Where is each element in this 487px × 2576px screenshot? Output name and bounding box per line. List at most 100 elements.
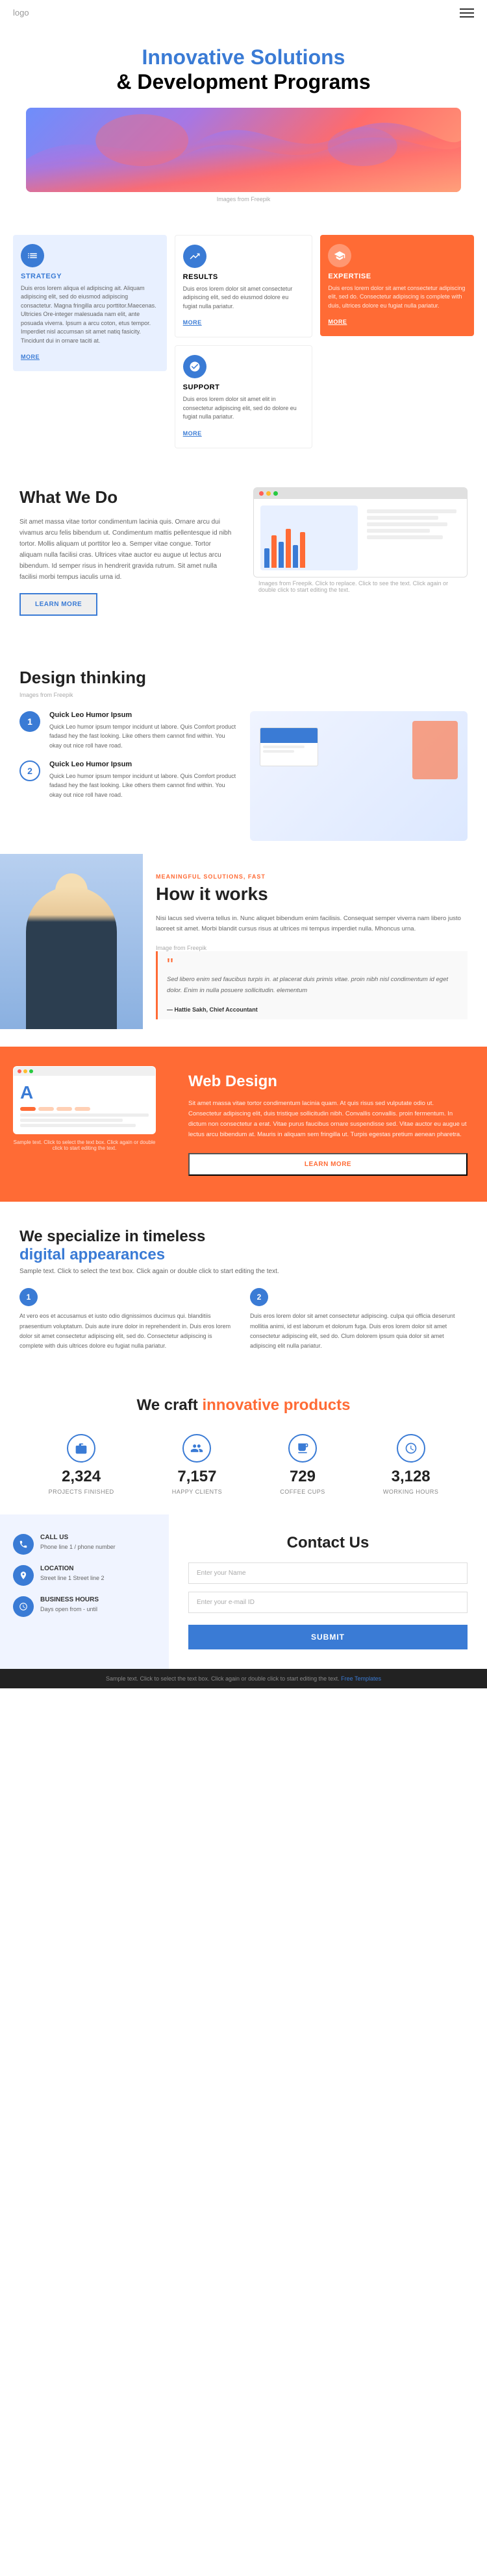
expertise-card: EXPERTISE Duis eros lorem dolor sit amet…: [320, 235, 474, 337]
design-item-2: 2 Quick Leo Humor Ipsum Quick Leo humor …: [19, 760, 237, 799]
design-item-text-1: Quick Leo Humor Ipsum Quick Leo humor ip…: [49, 711, 237, 750]
quote-mark: ": [167, 958, 458, 972]
results-title: RESULTS: [183, 273, 305, 281]
location-icon: [13, 1565, 34, 1586]
web-design-section: A Sample text. Click to select the text …: [0, 1047, 487, 1202]
expertise-text: Duis eros lorem dolor sit amet consectet…: [328, 284, 466, 311]
design-thinking-title: Design thinking: [19, 668, 468, 688]
support-more[interactable]: MORE: [183, 430, 202, 437]
expertise-more[interactable]: MORE: [328, 319, 347, 325]
contact-location-value: Street line 1 Street line 2: [40, 1574, 105, 1583]
how-credit: Image from Freepik: [156, 945, 468, 951]
spec-num-2: 2: [250, 1288, 268, 1306]
briefcase-icon: [67, 1434, 95, 1463]
results-text: Duis eros lorem dolor sit amet consectet…: [183, 285, 305, 311]
specialize-cols: 1 At vero eos et accusamus et iusto odio…: [19, 1288, 468, 1351]
stat-num-hours: 3,128: [383, 1468, 439, 1486]
design-thinking-credit: Images from Freepik: [19, 692, 468, 698]
strategy-more[interactable]: MORE: [21, 354, 40, 360]
design-num-1: 1: [19, 711, 40, 732]
contact-title: Contact Us: [188, 1534, 468, 1552]
person-silhouette: [26, 886, 117, 1029]
results-icon: [183, 245, 206, 268]
web-design-learn-more[interactable]: LEARN MORE: [188, 1153, 468, 1176]
testimonial-author: — Hattie Sakh, Chief Accountant: [167, 1006, 458, 1013]
contact-call-value: Phone line 1 / phone number: [40, 1543, 116, 1552]
support-icon: [183, 355, 206, 378]
stats: 2,324 PROJECTS FINISHED 7,157 HAPPY CLIE…: [19, 1434, 468, 1495]
stat-clients: 7,157 HAPPY CLIENTS: [172, 1434, 222, 1495]
contact-call-text: CALL US Phone line 1 / phone number: [40, 1534, 116, 1552]
footer-link[interactable]: Free Templates: [341, 1675, 381, 1682]
design-item-1: 1 Quick Leo Humor Ipsum Quick Leo humor …: [19, 711, 237, 750]
stat-coffee: 729 COFFEE CUPS: [280, 1434, 325, 1495]
name-input[interactable]: [188, 1562, 468, 1584]
stat-projects: 2,324 PROJECTS FINISHED: [49, 1434, 114, 1495]
learn-more-button[interactable]: LEARN MORE: [19, 593, 97, 616]
contact-call-label: CALL US: [40, 1534, 116, 1541]
results-support: RESULTS Duis eros lorem dolor sit amet c…: [175, 235, 313, 448]
stat-label-projects: PROJECTS FINISHED: [49, 1488, 114, 1495]
contact-call: CALL US Phone line 1 / phone number: [13, 1534, 156, 1555]
design-item-title-2: Quick Leo Humor Ipsum: [49, 760, 237, 768]
design-item-desc-2: Quick Leo humor ipsum tempor incidunt ut…: [49, 772, 237, 799]
spec-text-1: At vero eos et accusamus et iusto odio d…: [19, 1311, 237, 1351]
web-design-title: Web Design: [188, 1073, 468, 1091]
stat-label-clients: HAPPY CLIENTS: [172, 1488, 222, 1495]
web-browser-bar: [14, 1067, 155, 1076]
stat-num-coffee: 729: [280, 1468, 325, 1486]
menu-button[interactable]: [460, 8, 474, 18]
testimonial: " Sed libero enim sed faucibus turpis in…: [156, 951, 468, 1019]
stat-label-hours: WORKING HOURS: [383, 1488, 439, 1495]
name-field[interactable]: [188, 1562, 468, 1584]
web-letter: A: [20, 1082, 149, 1103]
how-tag: MEANINGFUL SOLUTIONS, FAST: [156, 873, 468, 880]
hero-wave: [26, 108, 461, 192]
how-text: Nisi lacus sed viverra tellus in. Nunc a…: [156, 914, 468, 934]
spec-text-2: Duis eros lorem dolor sit amet consectet…: [250, 1311, 468, 1351]
submit-button[interactable]: SUBMIT: [188, 1625, 468, 1649]
spec-col-1: 1 At vero eos et accusamus et iusto odio…: [19, 1288, 237, 1351]
contact-left: CALL US Phone line 1 / phone number LOCA…: [0, 1514, 169, 1669]
web-design-text: Sit amet massa vitae tortor condimentum …: [188, 1099, 468, 1141]
web-browser-mockup: A: [13, 1066, 156, 1134]
strategy-text: Duis eros lorem aliqua el adipiscing ait…: [21, 284, 159, 346]
how-right: MEANINGFUL SOLUTIONS, FAST How it works …: [143, 854, 487, 1047]
what-we-do-title: What We Do: [19, 487, 234, 507]
contact-location-text: LOCATION Street line 1 Street line 2: [40, 1565, 105, 1583]
web-design-left: A Sample text. Click to select the text …: [0, 1047, 169, 1202]
contact-right: Contact Us SUBMIT: [169, 1514, 487, 1669]
how-title: How it works: [156, 884, 468, 905]
web-design-right: Web Design Sit amet massa vitae tortor c…: [169, 1047, 487, 1202]
email-field[interactable]: [188, 1592, 468, 1613]
browser-credit: Images from Freepik. Click to replace. C…: [253, 577, 468, 596]
people-icon: [182, 1434, 211, 1463]
header: logo: [0, 0, 487, 25]
contact-hours-label: BUSINESS HOURS: [40, 1596, 99, 1603]
strategy-card: STRATEGY Duis eros lorem aliqua el adipi…: [13, 235, 167, 372]
specialize-title: We specialize in timeless digital appear…: [19, 1228, 468, 1264]
specialize-section: We specialize in timeless digital appear…: [0, 1202, 487, 1377]
contact-location: LOCATION Street line 1 Street line 2: [13, 1565, 156, 1586]
what-we-do-section: What We Do Sit amet massa vitae tortor c…: [0, 461, 487, 642]
results-more[interactable]: MORE: [183, 319, 202, 326]
strategy-title: STRATEGY: [21, 273, 159, 280]
phone-icon: [13, 1534, 34, 1555]
logo: logo: [13, 8, 29, 18]
specialize-sub: Sample text. Click to select the text bo…: [19, 1268, 468, 1275]
email-input[interactable]: [188, 1592, 468, 1613]
what-we-do-text: Sit amet massa vitae tortor condimentum …: [19, 516, 234, 583]
hero-title: Innovative Solutions & Development Progr…: [26, 45, 461, 95]
browser-chart: [260, 505, 358, 570]
browser-mockup: [253, 487, 468, 577]
hero-credit: Images from Freepik: [26, 196, 461, 202]
spec-col-2: 2 Duis eros lorem dolor sit amet consect…: [250, 1288, 468, 1351]
what-we-do-left: What We Do Sit amet massa vitae tortor c…: [19, 487, 234, 616]
spec-num-1: 1: [19, 1288, 38, 1306]
stat-hours: 3,128 WORKING HOURS: [383, 1434, 439, 1495]
design-image: [250, 711, 468, 841]
contact-hours-text: BUSINESS HOURS Days open from - until: [40, 1596, 99, 1614]
support-text: Duis eros lorem dolor sit amet elit in c…: [183, 395, 305, 422]
support-title: SUPPORT: [183, 383, 305, 391]
clock-icon: [397, 1434, 425, 1463]
